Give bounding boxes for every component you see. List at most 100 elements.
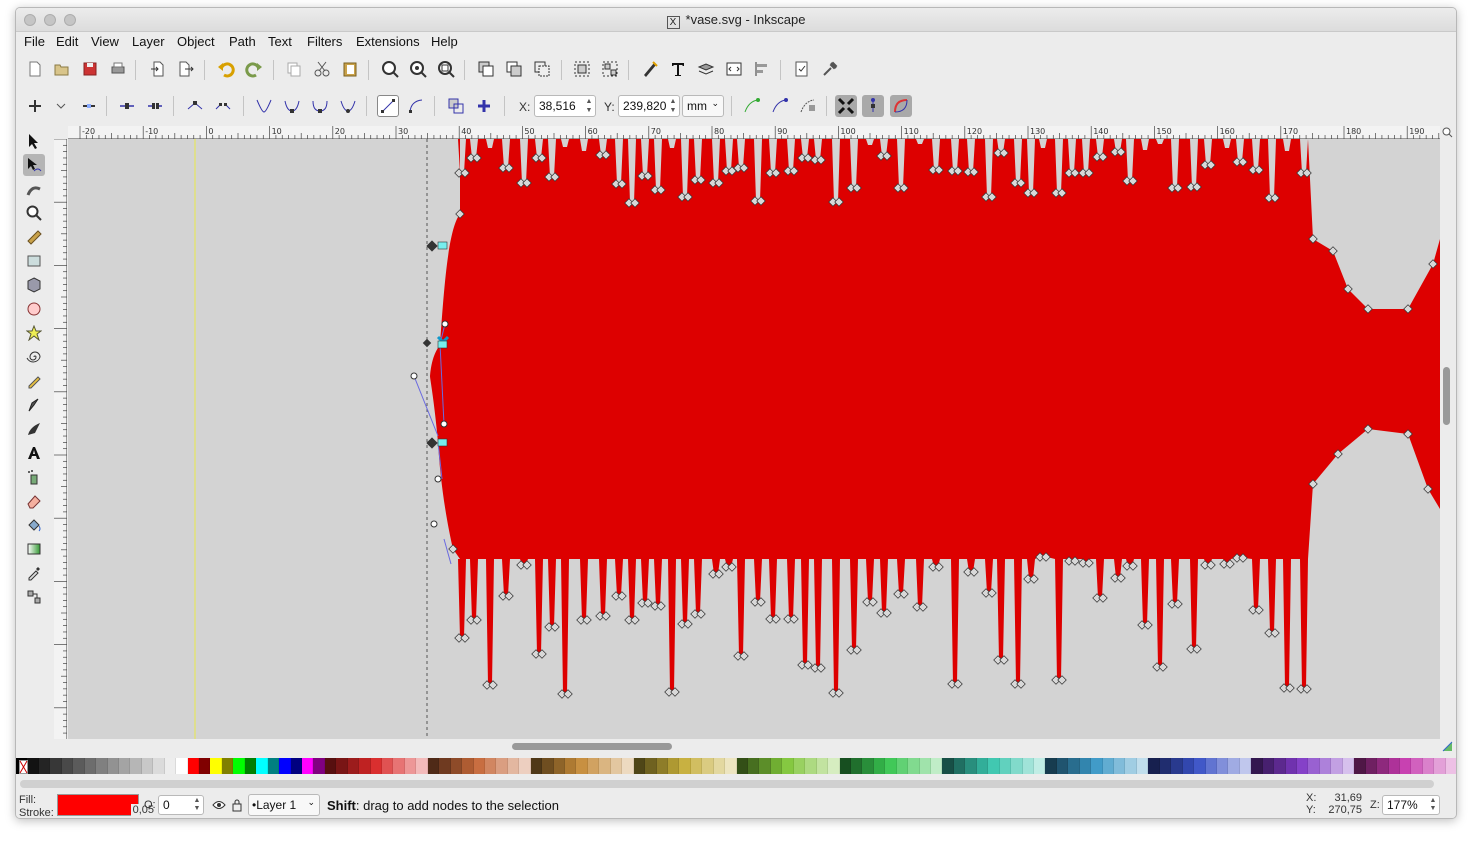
palette-swatch[interactable]: [679, 758, 691, 774]
vertical-ruler[interactable]: [54, 139, 67, 739]
palette-swatch[interactable]: [1171, 758, 1183, 774]
palette-swatch[interactable]: [416, 758, 428, 774]
show-transform-handles-icon[interactable]: [835, 95, 857, 117]
palette-swatch[interactable]: [1033, 758, 1046, 774]
palette-swatch[interactable]: [542, 758, 554, 774]
export-icon[interactable]: [175, 58, 197, 80]
palette-swatch[interactable]: [256, 758, 268, 774]
palette-swatch[interactable]: [507, 758, 520, 774]
eraser-tool-icon[interactable]: [23, 490, 45, 512]
palette-swatch[interactable]: [519, 758, 531, 774]
spray-tool-icon[interactable]: [23, 466, 45, 488]
palette-swatch[interactable]: [1239, 758, 1252, 774]
node-tool-icon[interactable]: [23, 154, 45, 176]
palette-swatch[interactable]: [1022, 758, 1034, 774]
symmetric-node-icon[interactable]: [309, 95, 331, 117]
palette-swatch[interactable]: [713, 758, 726, 774]
palette-swatch[interactable]: [141, 758, 154, 774]
palette-swatch[interactable]: [576, 758, 588, 774]
dropper-tool-icon[interactable]: [23, 562, 45, 584]
show-clip-path-icon[interactable]: [769, 95, 791, 117]
palette-swatch[interactable]: [61, 758, 74, 774]
y-stepper-icon[interactable]: ▲ ▼: [668, 97, 678, 115]
color-manage-icon[interactable]: [1440, 739, 1454, 753]
palette-swatch[interactable]: [725, 758, 737, 774]
palette-swatch[interactable]: [1285, 758, 1297, 774]
palette-swatch[interactable]: [748, 758, 760, 774]
palette-swatch[interactable]: [896, 758, 909, 774]
group-icon[interactable]: [571, 58, 593, 80]
break-path-icon[interactable]: [144, 95, 166, 117]
palette-swatch[interactable]: [1102, 758, 1114, 774]
star-tool-icon[interactable]: [23, 322, 45, 344]
palette-swatch[interactable]: [530, 758, 543, 774]
horizontal-scroll-thumb[interactable]: [512, 743, 672, 750]
palette-swatch[interactable]: [118, 758, 131, 774]
menu-filters[interactable]: Filters: [307, 34, 342, 49]
xml-editor-icon[interactable]: [723, 58, 745, 80]
palette-swatch[interactable]: [1194, 758, 1206, 774]
palette-swatch[interactable]: [1216, 758, 1229, 774]
menu-extensions[interactable]: Extensions: [356, 34, 420, 49]
open-folder-icon[interactable]: [51, 58, 73, 80]
palette-swatch[interactable]: [96, 758, 108, 774]
palette-swatch[interactable]: [702, 758, 714, 774]
palette-swatch[interactable]: [324, 758, 337, 774]
pen-tool-icon[interactable]: [23, 394, 45, 416]
palette-swatch[interactable]: [439, 758, 451, 774]
unlink-clone-icon[interactable]: [531, 58, 553, 80]
palette-swatch[interactable]: [50, 758, 62, 774]
palette-swatch[interactable]: [359, 758, 371, 774]
palette-swatch[interactable]: [244, 758, 257, 774]
palette-swatch[interactable]: [816, 758, 829, 774]
palette-swatch[interactable]: [404, 758, 417, 774]
palette-swatch[interactable]: [221, 758, 234, 774]
palette-swatch[interactable]: [1136, 758, 1149, 774]
palette-swatch[interactable]: [176, 758, 188, 774]
vertical-scroll-thumb[interactable]: [1443, 367, 1450, 425]
opacity-input[interactable]: 0 ▲ ▼: [158, 795, 204, 815]
insert-node-icon[interactable]: [24, 95, 46, 117]
palette-swatch[interactable]: [587, 758, 600, 774]
menu-object[interactable]: Object: [177, 34, 215, 49]
horizontal-scrollbar[interactable]: [68, 739, 1440, 753]
palette-swatch[interactable]: [187, 758, 199, 774]
zoom-selection-icon[interactable]: [379, 58, 401, 80]
palette-swatch[interactable]: [782, 758, 794, 774]
make-curve-icon[interactable]: [405, 95, 427, 117]
chevron-down-icon[interactable]: [50, 95, 72, 117]
palette-swatch[interactable]: [427, 758, 440, 774]
join-endnodes-icon[interactable]: [184, 95, 206, 117]
zoom-drawing-icon[interactable]: [407, 58, 429, 80]
palette-swatch[interactable]: [999, 758, 1012, 774]
palette-swatch[interactable]: [1091, 758, 1103, 774]
palette-swatch[interactable]: [610, 758, 623, 774]
menu-text[interactable]: Text: [268, 34, 292, 49]
spiral-tool-icon[interactable]: [23, 346, 45, 368]
selector-tool-icon[interactable]: [23, 130, 45, 152]
palette-swatch[interactable]: [279, 758, 291, 774]
palette-swatch[interactable]: [210, 758, 222, 774]
palette-swatch[interactable]: [1251, 758, 1263, 774]
copy-icon[interactable]: [283, 58, 305, 80]
palette-swatch[interactable]: [553, 758, 565, 774]
palette-swatch[interactable]: [313, 758, 325, 774]
color-palette[interactable]: [16, 758, 1456, 778]
opacity-stepper-icon[interactable]: ▲ ▼: [192, 797, 202, 813]
palette-swatch[interactable]: [1331, 758, 1343, 774]
palette-swatch[interactable]: [1297, 758, 1309, 774]
menu-path[interactable]: Path: [229, 34, 256, 49]
palette-swatch[interactable]: [462, 758, 474, 774]
gradient-tool-icon[interactable]: [23, 538, 45, 560]
connector-tool-icon[interactable]: [23, 586, 45, 608]
palette-swatch[interactable]: [347, 758, 360, 774]
palette-swatch[interactable]: [633, 758, 646, 774]
palette-swatch[interactable]: [565, 758, 577, 774]
palette-swatch[interactable]: [1354, 758, 1366, 774]
palette-swatch[interactable]: [393, 758, 405, 774]
palette-swatch[interactable]: [107, 758, 119, 774]
palette-swatch[interactable]: [965, 758, 977, 774]
palette-swatch[interactable]: [919, 758, 931, 774]
redo-icon[interactable]: [243, 58, 265, 80]
palette-swatch[interactable]: [599, 758, 611, 774]
